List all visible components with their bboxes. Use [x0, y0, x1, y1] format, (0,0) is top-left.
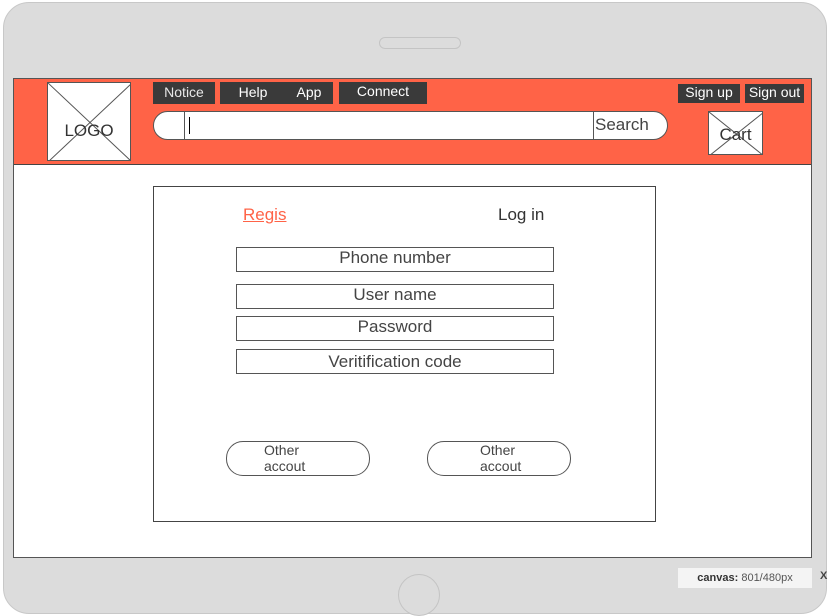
nav-connect-button[interactable]: Connect [339, 82, 427, 104]
canvas-size-label: canvas: [697, 572, 739, 584]
logo-image-placeholder[interactable]: LOGO [47, 82, 131, 161]
other-account-button-2[interactable]: Other accout [427, 441, 571, 476]
search-input[interactable] [184, 112, 594, 139]
header-bar: LOGO Notice Help App Connect Sign up Sig… [14, 79, 811, 165]
cart-label: Cart [719, 125, 752, 144]
tablet-home-button[interactable] [398, 574, 440, 616]
sign-out-button[interactable]: Sign out [745, 84, 804, 103]
text-caret [189, 117, 190, 134]
tablet-speaker [379, 37, 461, 49]
tab-login[interactable]: Log in [498, 205, 544, 225]
other-account-label-line1: Other [480, 442, 516, 458]
other-account-label-line2: accout [264, 458, 306, 474]
password-field[interactable]: Password [236, 316, 554, 341]
app-screen: LOGO Notice Help App Connect Sign up Sig… [13, 78, 812, 558]
other-account-label-line1: Other [264, 442, 300, 458]
phone-number-field[interactable]: Phone number [236, 247, 554, 272]
search-bar: Search [153, 111, 668, 140]
login-panel: Regis Log in Phone number User name Pass… [153, 186, 656, 522]
nav-help-button[interactable]: Help [220, 82, 286, 104]
canvas-size-indicator: canvas: 801/480px [678, 568, 812, 588]
close-icon[interactable]: X [820, 570, 827, 582]
cart-image-placeholder[interactable]: Cart [708, 111, 763, 155]
nav-notice-button[interactable]: Notice [153, 82, 215, 104]
verification-code-field[interactable]: Veritification code [236, 349, 554, 374]
canvas-size-value: 801/480px [741, 572, 793, 584]
search-button[interactable]: Search [594, 115, 649, 135]
other-account-button-1[interactable]: Other accout [226, 441, 370, 476]
logo-label: LOGO [64, 121, 114, 140]
other-account-label-line2: accout [480, 458, 522, 474]
tab-register[interactable]: Regis [243, 205, 286, 225]
nav-app-button[interactable]: App [285, 82, 333, 104]
user-name-field[interactable]: User name [236, 284, 554, 309]
sign-up-button[interactable]: Sign up [678, 84, 740, 103]
